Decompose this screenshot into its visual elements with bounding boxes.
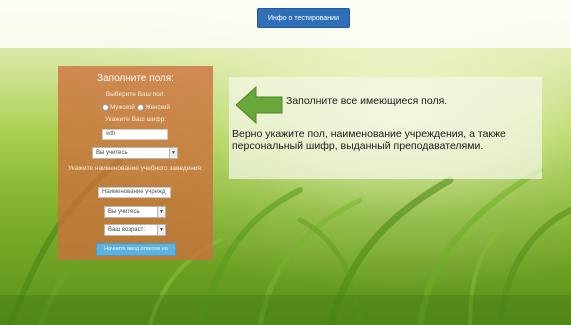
cipher-label: Укажите Ваш шифр:	[104, 116, 167, 123]
institution-input[interactable]: Наименование учрежд	[98, 187, 171, 198]
form-panel: Заполните поля: Выберите Ваш пол: Мужско…	[58, 66, 213, 260]
info-button[interactable]: Инфо о тестировании	[257, 8, 350, 28]
chevron-down-icon: ▼	[157, 225, 165, 235]
cipher-input[interactable]: wth	[102, 129, 168, 140]
chevron-down-icon: ▼	[157, 207, 165, 217]
study-select-value: Вы учитесь	[96, 150, 128, 156]
arrow-left-icon	[236, 85, 283, 125]
age-select-value: Ваш возраст:	[108, 227, 146, 233]
age-select[interactable]: Ваш возраст: ▼	[104, 224, 166, 236]
gender-radio-group: Мужской Женский	[58, 104, 213, 111]
chevron-down-icon: ▼	[169, 148, 177, 158]
radio-female-label: Женский	[145, 105, 170, 112]
course-select[interactable]: Вы учитесь ▼	[104, 206, 166, 218]
course-select-value: Вы учитесь	[108, 209, 140, 215]
hint-title: Заполните все имеющиеся поля.	[286, 95, 448, 107]
radio-male[interactable]	[102, 104, 110, 111]
hint-text: Верно укажите пол, наименование учрежден…	[232, 128, 506, 152]
gender-label: Выберите Ваш пол:	[105, 91, 166, 98]
form-title: Заполните поля:	[97, 73, 174, 84]
submit-button[interactable]: Начните ввод ответов на	[96, 243, 176, 256]
institution-label: Укажите наименование учебного заведения:	[68, 165, 203, 172]
radio-female[interactable]	[137, 104, 145, 111]
study-select[interactable]: Вы учитесь ▼	[92, 147, 178, 159]
radio-male-label: Мужской	[110, 105, 135, 112]
